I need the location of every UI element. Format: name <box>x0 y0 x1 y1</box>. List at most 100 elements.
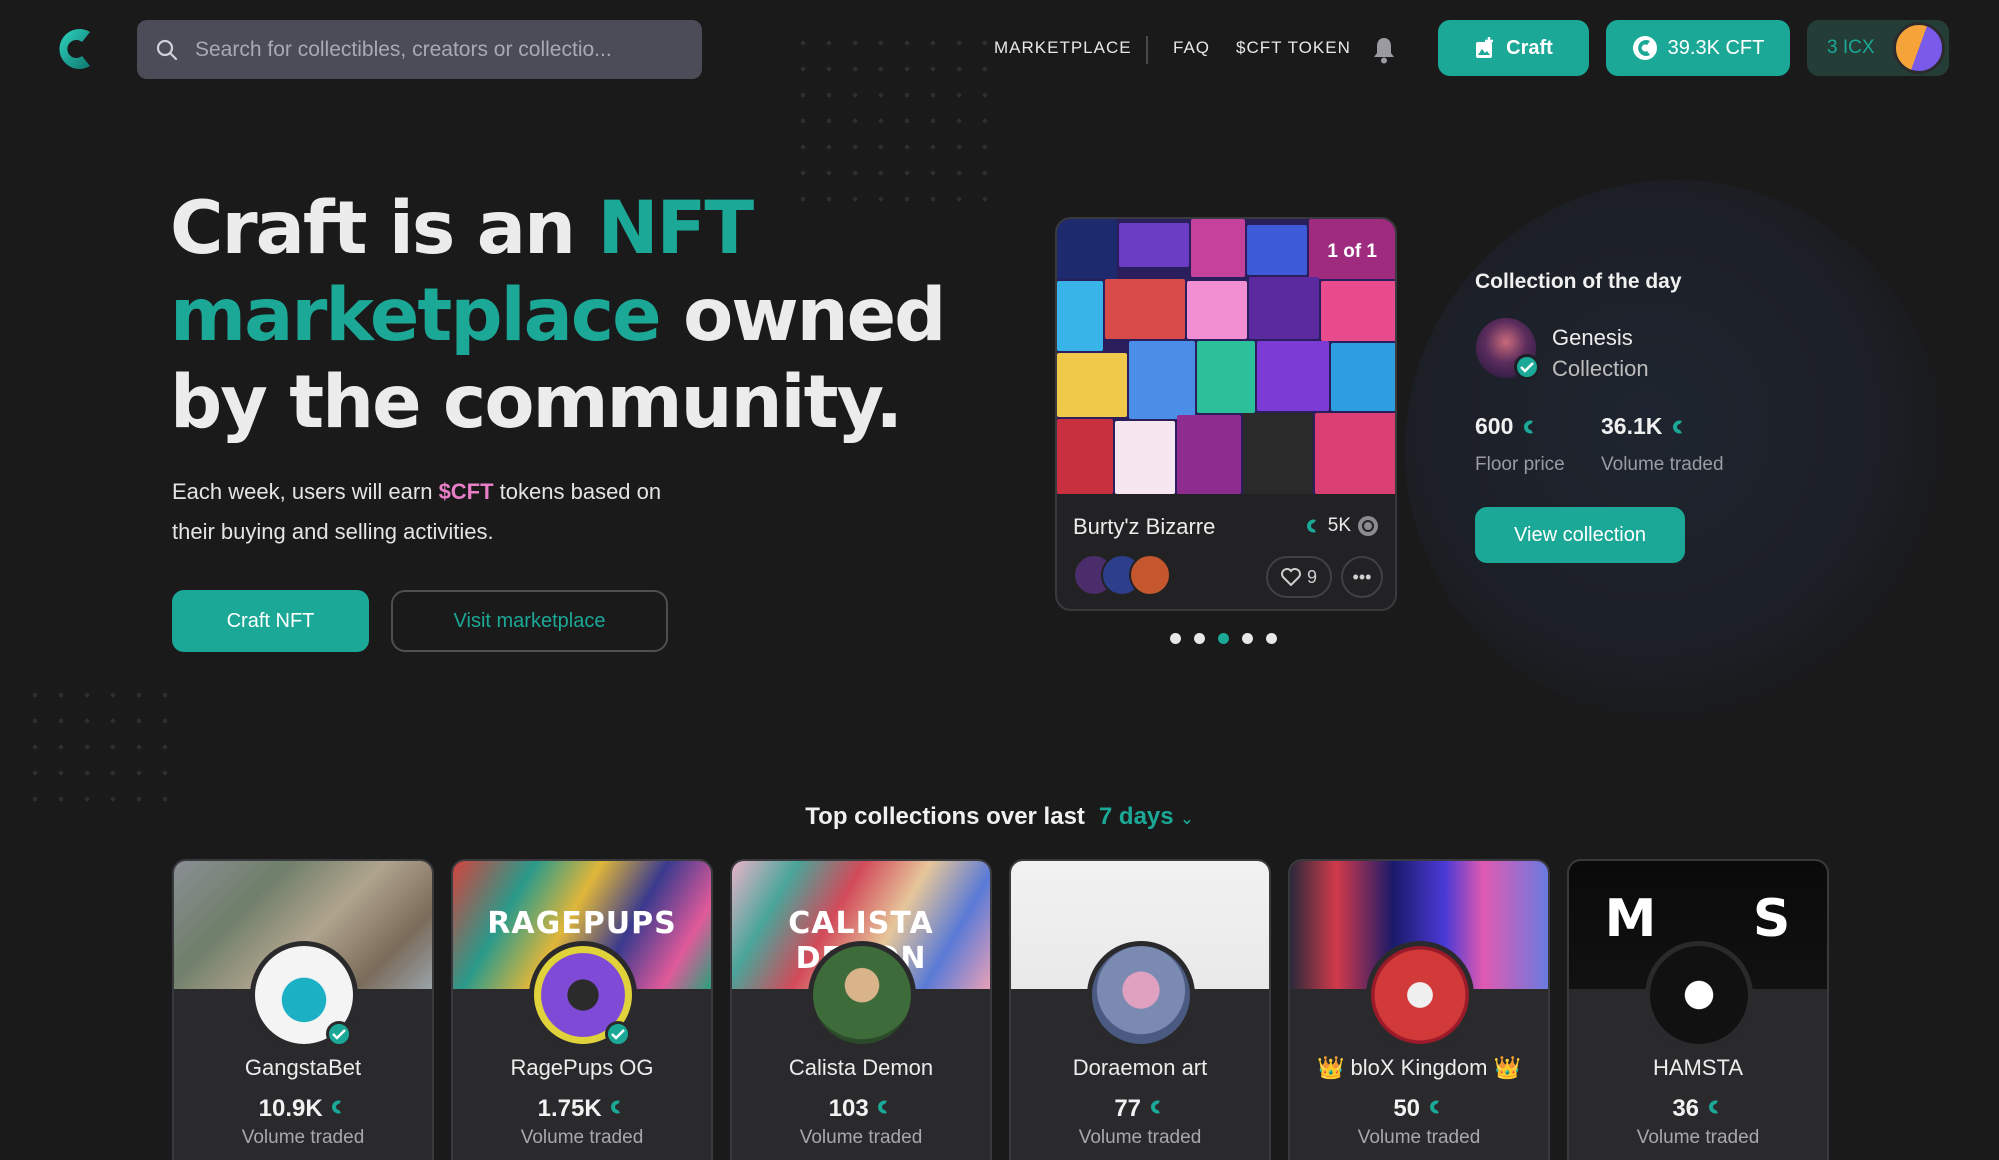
wallet-button[interactable]: 3 ICX <box>1807 20 1949 76</box>
cft-icon <box>1673 420 1683 433</box>
verified-badge-icon <box>1514 354 1540 380</box>
nav-token[interactable]: $CFT TOKEN <box>1236 38 1351 58</box>
collection-name: GangstaBet <box>244 1055 362 1080</box>
collection-banner-text: M S <box>1604 889 1792 949</box>
cft-icon <box>878 1100 888 1114</box>
collection-of-day-title: Collection of the day <box>1475 270 1682 293</box>
collection-volume-label: Volume traded <box>241 1127 365 1148</box>
cft-icon <box>1306 519 1316 533</box>
more-options-button[interactable]: ••• <box>1341 556 1383 598</box>
collection-volume: 103 <box>732 1095 990 1123</box>
collection-card[interactable]: M S HAMSTA 36 Volume traded <box>1567 859 1829 1160</box>
floor-price-stat: 600 Floor price <box>1475 413 1565 476</box>
featured-nft-name: Burty'z Bizarre <box>1073 514 1216 539</box>
volume-traded-label: Volume traded <box>1601 454 1724 475</box>
cft-icon <box>332 1100 342 1114</box>
collection-volume: 1.75K <box>453 1095 711 1123</box>
nav-marketplace-link[interactable]: MARKETPLACE <box>994 38 1132 58</box>
collection-avatar[interactable] <box>1366 941 1474 1049</box>
collection-volume-label: Volume traded <box>1636 1127 1760 1148</box>
dot-pattern-top <box>790 30 1000 210</box>
collection-volume-label: Volume traded <box>1357 1127 1481 1148</box>
verified-badge-icon <box>326 1021 352 1047</box>
period-dropdown[interactable]: 7 days ⌄ <box>1099 803 1194 830</box>
featured-nft-price: 5K <box>1304 515 1379 537</box>
collection-banner-text: RAGEPUPS <box>487 906 677 941</box>
wallet-balance: 3 ICX <box>1827 37 1875 58</box>
heart-icon <box>1280 568 1301 586</box>
collection-volume-value: 50 <box>1393 1095 1421 1122</box>
collection-card[interactable]: Doraemon art 77 Volume traded <box>1009 859 1271 1160</box>
collection-volume: 36 <box>1569 1095 1827 1123</box>
nav-faq-link[interactable]: FAQ <box>1173 38 1210 58</box>
volume-traded-stat: 36.1K Volume traded <box>1601 413 1724 476</box>
hero-subtitle: Each week, users will earn $CFT tokens b… <box>172 472 692 552</box>
collection-subtitle: Collection <box>1552 356 1649 381</box>
collection-card[interactable]: GangstaBet 10.9K Volume traded <box>172 859 434 1160</box>
top-collections-heading: Top collections over last 7 days ⌄ <box>0 803 1999 831</box>
collection-card[interactable]: 👑 bloX Kingdom 👑 50 Volume traded <box>1288 859 1550 1160</box>
collection-of-day-name[interactable]: Genesis Collection <box>1552 322 1649 384</box>
cft-icon <box>1429 1100 1439 1114</box>
carousel-dot[interactable] <box>1170 633 1181 644</box>
notification-bell-icon[interactable] <box>1372 36 1396 64</box>
collection-avatar[interactable] <box>1645 941 1753 1049</box>
cft-token-icon <box>1632 36 1657 60</box>
collection-name: RagePups OG <box>510 1055 654 1080</box>
nav-token-link[interactable]: $CFT TOKEN <box>1236 38 1351 58</box>
collection-volume-value: 103 <box>828 1095 869 1122</box>
floor-price-value: 600 <box>1475 413 1514 439</box>
craft-logo[interactable] <box>54 26 96 72</box>
collection-card[interactable]: RAGEPUPS RagePups OG 1.75K Volume traded <box>451 859 713 1160</box>
collection-volume-value: 10.9K <box>258 1095 323 1122</box>
hero-subtitle-part1: Each week, users will earn <box>172 479 439 504</box>
visit-marketplace-button[interactable]: Visit marketplace <box>391 590 668 652</box>
carousel-dot[interactable] <box>1194 633 1205 644</box>
ellipsis-icon: ••• <box>1352 566 1372 587</box>
search-icon <box>156 39 178 60</box>
carousel-dot-active[interactable] <box>1218 633 1229 644</box>
wallet-avatar[interactable] <box>1893 22 1945 74</box>
featured-price-value: 5K <box>1327 515 1351 536</box>
carousel-dot[interactable] <box>1266 633 1277 644</box>
collection-volume: 77 <box>1011 1095 1269 1123</box>
verified-badge-icon <box>605 1021 631 1047</box>
nav-faq[interactable]: FAQ <box>1173 38 1210 58</box>
collection-volume-value: 77 <box>1114 1095 1142 1122</box>
chevron-down-icon: ⌄ <box>1180 811 1194 828</box>
collection-name: Genesis <box>1552 325 1633 350</box>
collection-card[interactable]: CALISTA DEMONCalista Demon103 Volume tra… <box>730 859 992 1160</box>
collection-volume-label: Volume traded <box>1078 1127 1202 1148</box>
search-input[interactable] <box>195 37 675 62</box>
featured-nft-image[interactable]: 1 of 1 <box>1057 219 1395 494</box>
floor-price-label: Floor price <box>1475 454 1565 475</box>
search-bar[interactable] <box>137 20 702 79</box>
collection-volume: 10.9K <box>174 1095 432 1123</box>
craft-upload-icon <box>1476 37 1494 58</box>
cft-icon <box>1524 420 1534 433</box>
cft-icon <box>611 1100 621 1114</box>
owner-avatar[interactable] <box>1129 554 1171 596</box>
collection-volume-label: Volume traded <box>520 1127 644 1148</box>
nav-divider <box>1146 36 1148 64</box>
collection-name: Calista Demon <box>788 1055 934 1080</box>
token-balance-button[interactable]: 39.3K CFT <box>1606 20 1790 76</box>
collection-name: HAMSTA <box>1652 1055 1744 1080</box>
collection-avatar[interactable] <box>808 941 916 1049</box>
cft-icon <box>1150 1100 1160 1114</box>
collection-name: Doraemon art <box>1072 1055 1208 1080</box>
featured-nft-card[interactable]: 1 of 1 Burty'z Bizarre 5K 9 ••• <box>1055 217 1397 611</box>
craft-nft-button[interactable]: Craft NFT <box>172 590 369 652</box>
view-collection-button[interactable]: View collection <box>1475 507 1685 563</box>
like-button[interactable]: 9 <box>1266 556 1332 598</box>
carousel-indicators <box>1170 633 1277 644</box>
history-icon[interactable] <box>1357 515 1379 537</box>
collection-avatar[interactable] <box>1087 941 1195 1049</box>
like-count: 9 <box>1306 566 1317 587</box>
carousel-dot[interactable] <box>1242 633 1253 644</box>
top-collections-title: Top collections over last <box>805 803 1085 830</box>
header-craft-button[interactable]: Craft <box>1438 20 1589 76</box>
edition-badge: 1 of 1 <box>1327 241 1377 262</box>
nav-marketplace[interactable]: MARKETPLACE <box>994 38 1132 58</box>
collection-volume-label: Volume traded <box>799 1127 923 1148</box>
